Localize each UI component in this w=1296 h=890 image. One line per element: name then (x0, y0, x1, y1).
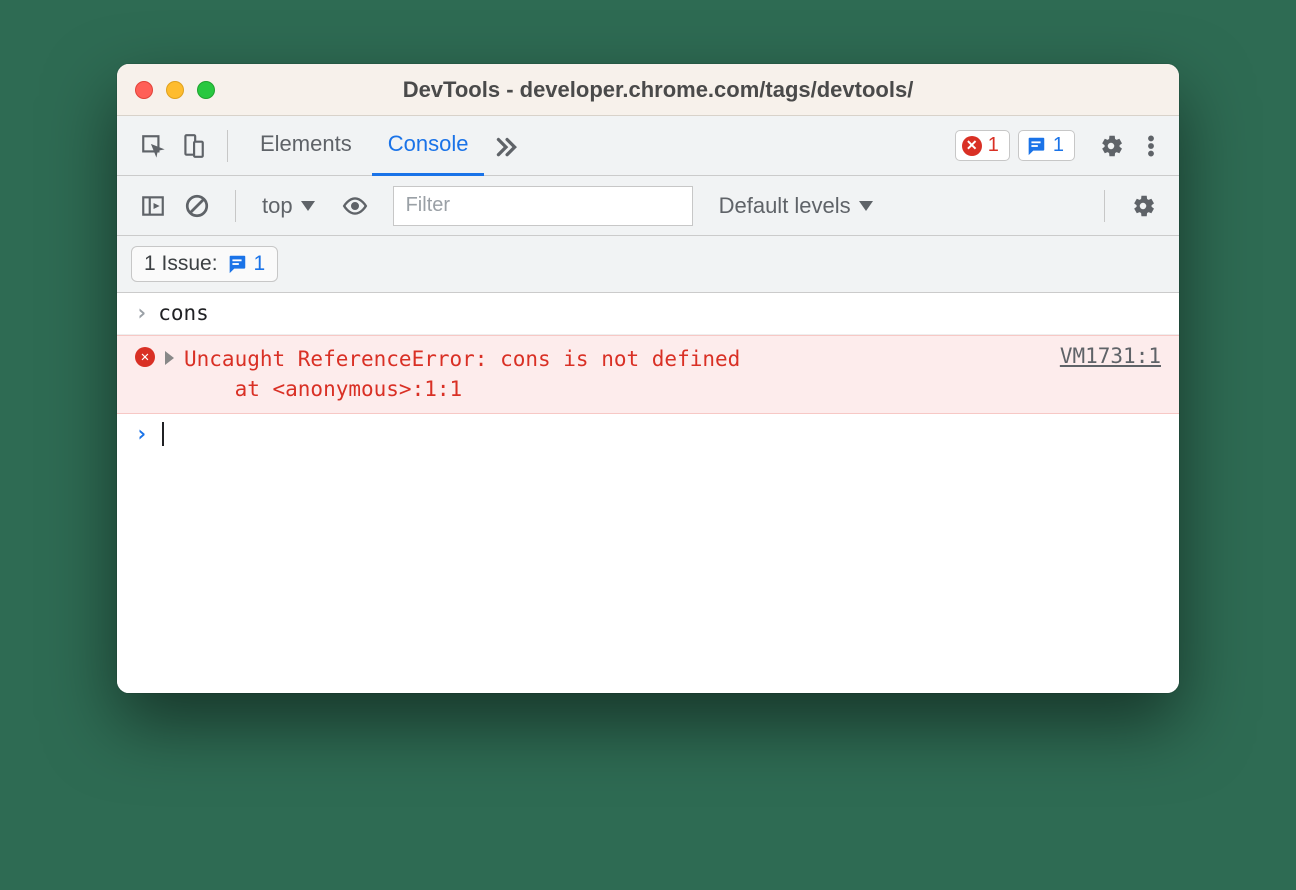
separator (1104, 190, 1105, 222)
more-tabs-icon[interactable] (488, 128, 524, 164)
levels-label: Default levels (719, 193, 851, 219)
tab-console[interactable]: Console (372, 116, 485, 176)
kebab-menu-icon[interactable] (1133, 128, 1169, 164)
issue-icon (226, 253, 248, 275)
console-error-row[interactable]: ✕ Uncaught ReferenceError: cons is not d… (117, 335, 1179, 414)
window-title: DevTools - developer.chrome.com/tags/dev… (155, 77, 1161, 103)
inspect-element-icon[interactable] (135, 128, 171, 164)
errors-count: 1 (988, 134, 999, 157)
settings-icon[interactable] (1093, 128, 1129, 164)
clear-console-icon[interactable] (179, 188, 215, 224)
toggle-device-toolbar-icon[interactable] (175, 128, 211, 164)
devtools-window: DevTools - developer.chrome.com/tags/dev… (117, 64, 1179, 693)
context-label: top (262, 193, 293, 219)
console-prompt-row[interactable]: › (117, 414, 1179, 455)
issues-badge[interactable]: 1 (1018, 130, 1075, 161)
error-message: Uncaught ReferenceError: cons is not def… (184, 344, 1050, 405)
tab-elements[interactable]: Elements (244, 116, 368, 176)
titlebar: DevTools - developer.chrome.com/tags/dev… (117, 64, 1179, 116)
issues-chip-count: 1 (254, 252, 266, 276)
error-icon: ✕ (962, 136, 982, 156)
error-icon: ✕ (135, 347, 155, 367)
close-window-button[interactable] (135, 81, 153, 99)
issues-prefix: 1 Issue: (144, 252, 218, 276)
console-log: › cons ✕ Uncaught ReferenceError: cons i… (117, 293, 1179, 693)
separator (235, 190, 236, 222)
show-console-sidebar-icon[interactable] (135, 188, 171, 224)
live-expression-icon[interactable] (337, 188, 373, 224)
console-toolbar: top Default levels (117, 176, 1179, 236)
issues-bar: 1 Issue: 1 (117, 236, 1179, 293)
issues-chip[interactable]: 1 Issue: 1 (131, 246, 278, 282)
dropdown-caret-icon (859, 201, 873, 211)
error-source-link[interactable]: VM1731:1 (1060, 344, 1161, 368)
issues-count: 1 (1053, 134, 1064, 157)
input-chevron-icon: › (135, 301, 148, 326)
console-input-row: › cons (117, 293, 1179, 335)
separator (227, 130, 228, 162)
badge-group: ✕ 1 1 (955, 130, 1075, 161)
text-caret (162, 422, 164, 446)
input-command: cons (158, 301, 209, 325)
dropdown-caret-icon (301, 201, 315, 211)
console-settings-icon[interactable] (1125, 188, 1161, 224)
disclosure-triangle-icon[interactable] (165, 351, 174, 365)
log-levels-selector[interactable]: Default levels (719, 193, 873, 219)
errors-badge[interactable]: ✕ 1 (955, 130, 1010, 161)
execution-context-selector[interactable]: top (256, 193, 321, 219)
filter-input[interactable] (393, 186, 693, 226)
prompt-chevron-icon: › (135, 422, 148, 447)
main-tabbar: Elements Console ✕ 1 1 (117, 116, 1179, 176)
issue-icon (1025, 135, 1047, 157)
